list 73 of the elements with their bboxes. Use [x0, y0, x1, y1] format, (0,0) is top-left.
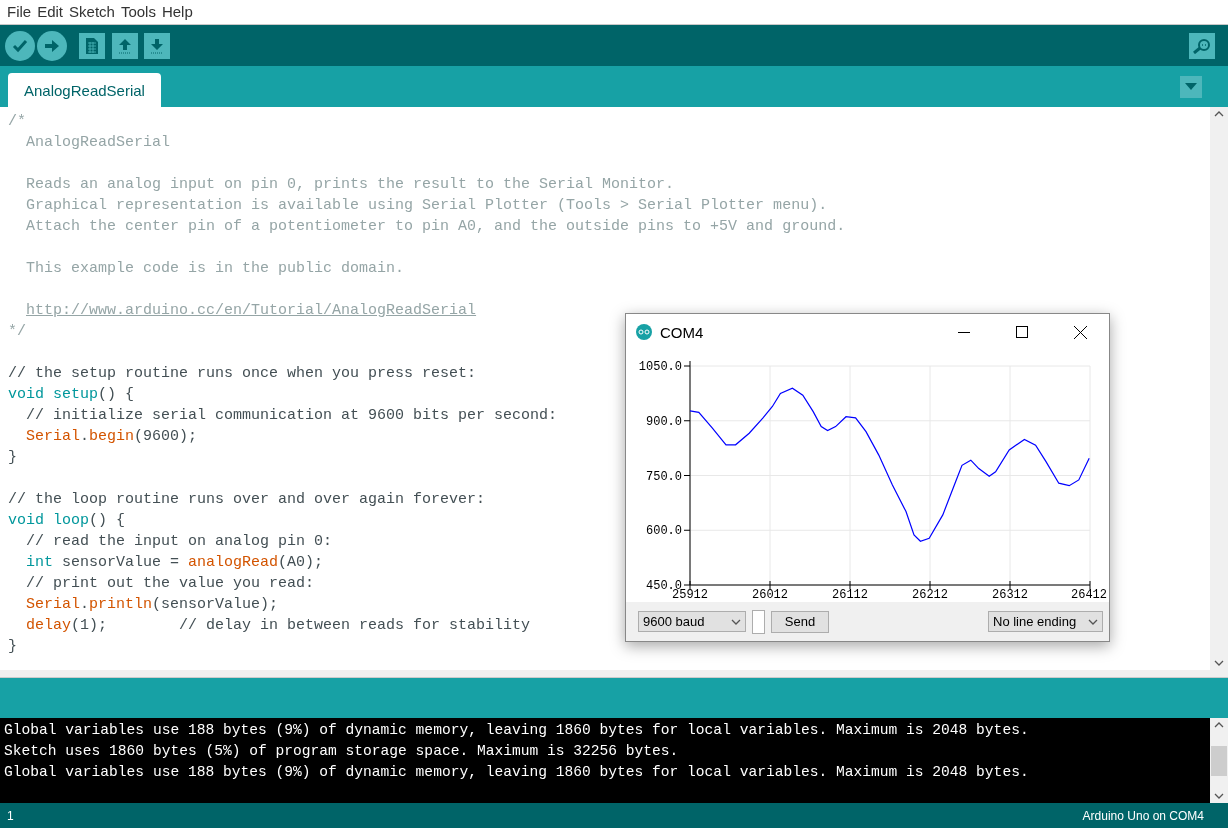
maximize-icon [1016, 326, 1028, 338]
app-logo-icon [636, 324, 652, 340]
code-line: http://www.arduino.cc/en/Tutorial/AnalogReadSerial [25, 301, 477, 321]
window-title: COM4 [660, 323, 705, 341]
code-line: void loop() { [8, 511, 126, 531]
chevron-up-icon [1214, 111, 1224, 117]
code-line: Attach the center pin of a potentiometer to pin A0, and the outside pins to +5V and ground. [25, 217, 846, 237]
code-line: // the loop routine runs over and over again forever: [8, 490, 486, 510]
download-arrow-icon [149, 37, 165, 54]
chevron-down-icon [1214, 793, 1224, 799]
code-line: // print out the value you read: [25, 574, 315, 594]
y-tick-label: 1050.0 [638, 360, 682, 374]
new-sketch-button[interactable] [79, 32, 105, 59]
code-line: Reads an analog input on pin 0, prints the result to the Serial Monitor. [25, 175, 675, 195]
upload-arrow-icon [117, 37, 133, 54]
code-line: AnalogReadSerial [25, 133, 171, 153]
arrow-right-icon [44, 38, 60, 53]
code-line: Serial.begin(9600); [25, 427, 198, 447]
vertical-scrollbar[interactable] [1210, 107, 1228, 670]
console-line: Global variables use 188 bytes (9%) of dynamic memory, leaving 1860 bytes for local variables. Maximum is 2048 bytes. [4, 721, 1030, 740]
code-line: // initialize serial communication at 9600 bits per second: [25, 406, 558, 426]
code-line: // read the input on analog pin 0: [25, 532, 333, 552]
send-input-field[interactable] [752, 609, 765, 634]
menu-item[interactable]: Help [158, 1, 196, 23]
baud-rate-dropdown[interactable]: 9600 baud [638, 611, 746, 632]
code-line: This example code is in the public domain. [25, 259, 405, 279]
menu-item[interactable]: Edit [34, 1, 67, 23]
tab-menu-button[interactable] [1180, 75, 1202, 98]
triangle-down-icon [1185, 83, 1197, 90]
console-line: Global variables use 188 bytes (9%) of dynamic memory, leaving 1860 bytes for local variables. Maximum is 2048 bytes. [4, 763, 1030, 782]
scroll-thumb[interactable] [1211, 745, 1227, 776]
document-icon [85, 36, 99, 55]
x-tick-label: 26412 [1071, 588, 1107, 602]
x-tick-label: 26012 [752, 588, 788, 602]
menu-item[interactable]: File [4, 1, 35, 23]
line-ending-dropdown[interactable]: No line ending [988, 611, 1103, 632]
tab[interactable]: AnalogReadSerial [8, 73, 161, 107]
code-line: delay(1); // delay in between reads for stability [25, 616, 531, 636]
chevron-down-icon [731, 618, 741, 625]
code-line: Graphical representation is available using Serial Plotter (Tools > Serial Plotter menu). [25, 196, 828, 216]
x-tick-label: 26212 [912, 588, 948, 602]
chevron-down-icon [1088, 618, 1098, 625]
checkmark-icon [12, 38, 28, 53]
upload-button[interactable] [37, 30, 67, 61]
code-line: } [8, 637, 17, 657]
menu-item[interactable]: Sketch [66, 1, 118, 23]
minimize-icon [958, 331, 970, 333]
x-tick-label: 26112 [832, 588, 868, 602]
serial-monitor-button[interactable] [1189, 32, 1215, 59]
open-button[interactable] [112, 32, 138, 59]
y-tick-label: 900.0 [646, 414, 682, 429]
code-line: void setup() { [8, 385, 135, 405]
menu-item[interactable]: Tools [117, 1, 159, 23]
code-line: */ [8, 322, 26, 342]
magnifier-icon [1192, 37, 1212, 54]
board-port-label: Arduino Uno on COM4 [1082, 808, 1204, 823]
y-tick-label: 750.0 [646, 469, 682, 484]
code-line: Serial.println(sensorValue); [25, 595, 279, 615]
console-line: Sketch uses 1860 bytes (5%) of program storage space. Maximum is 32256 bytes. [4, 742, 680, 761]
send-button[interactable]: Send [771, 610, 829, 633]
close-icon [1073, 325, 1087, 339]
code-line: } [8, 448, 17, 468]
console-scrollbar[interactable] [1210, 718, 1228, 803]
save-button[interactable] [144, 32, 170, 59]
code-line: /* [8, 112, 26, 132]
x-tick-label: 26312 [992, 588, 1028, 602]
y-tick-label: 600.0 [646, 524, 682, 539]
code-line: int sensorValue = analogRead(A0); [25, 553, 324, 573]
chevron-up-icon [1214, 722, 1224, 728]
code-line: // the setup routine runs once when you press reset: [8, 364, 477, 384]
line-number: 1 [7, 808, 14, 823]
verify-button[interactable] [5, 30, 35, 61]
chevron-down-icon [1214, 660, 1224, 666]
